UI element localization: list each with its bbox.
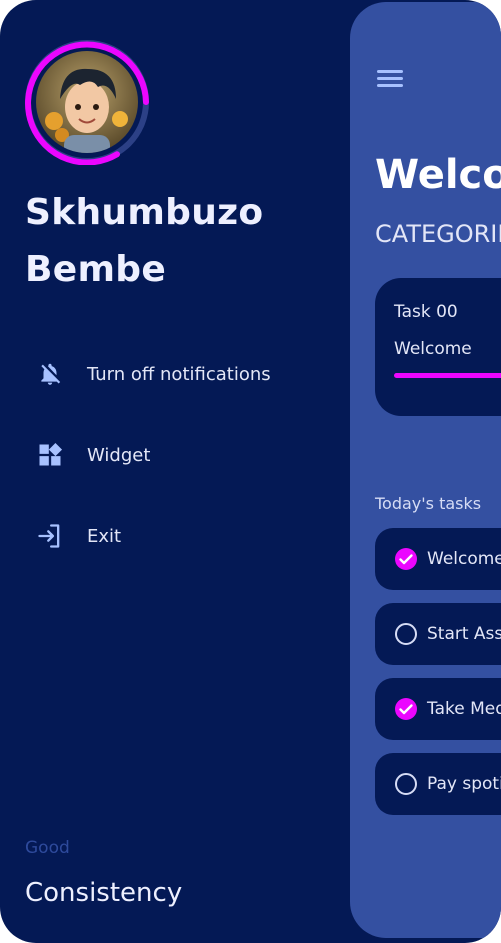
task-title: Start Assignment — [427, 624, 501, 644]
main-panel[interactable]: Welcome CATEGORIES Task 00 Welcome Today… — [350, 2, 501, 938]
consistency-rating: Good — [25, 838, 70, 858]
user-last-name: Bembe — [25, 249, 167, 290]
task-title: Pay spotify — [427, 774, 501, 794]
widgets-icon — [25, 430, 75, 480]
menu-label-notifications: Turn off notifications — [87, 363, 271, 385]
user-name: Skhumbuzo Bembe — [25, 184, 325, 298]
app-window: Skhumbuzo Bembe Turn off notifications W… — [0, 0, 501, 943]
todays-tasks-heading: Today's tasks — [375, 494, 482, 513]
task-title: Take Medication — [427, 699, 501, 719]
menu-icon[interactable] — [377, 70, 403, 90]
task-title: Welcome — [427, 549, 501, 569]
page-title: Welcome — [375, 152, 501, 198]
notifications-off-icon — [25, 349, 75, 399]
category-progress-bar — [394, 373, 501, 378]
exit-icon — [25, 511, 75, 561]
empty-circle-icon[interactable] — [394, 772, 418, 796]
menu-item-notifications[interactable]: Turn off notifications — [25, 349, 325, 399]
task-row[interactable]: Welcome — [375, 528, 501, 590]
menu-item-exit[interactable]: Exit — [25, 511, 325, 561]
avatar-image — [36, 51, 138, 153]
user-first-name: Skhumbuzo — [25, 192, 264, 233]
categories-heading: CATEGORIES — [375, 220, 501, 248]
empty-circle-icon[interactable] — [394, 622, 418, 646]
consistency-title: Consistency — [25, 878, 183, 908]
avatar[interactable] — [36, 51, 138, 153]
menu-label-widget: Widget — [87, 444, 151, 466]
task-row[interactable]: Start Assignment — [375, 603, 501, 665]
check-circle-icon[interactable] — [394, 697, 418, 721]
menu-label-exit: Exit — [87, 525, 122, 547]
menu-item-widget[interactable]: Widget — [25, 430, 325, 480]
category-name: Welcome — [394, 339, 472, 359]
check-circle-icon[interactable] — [394, 547, 418, 571]
task-row[interactable]: Pay spotify — [375, 753, 501, 815]
task-row[interactable]: Take Medication — [375, 678, 501, 740]
category-card[interactable]: Task 00 Welcome — [375, 278, 501, 416]
category-task-count: Task 00 — [394, 302, 458, 322]
